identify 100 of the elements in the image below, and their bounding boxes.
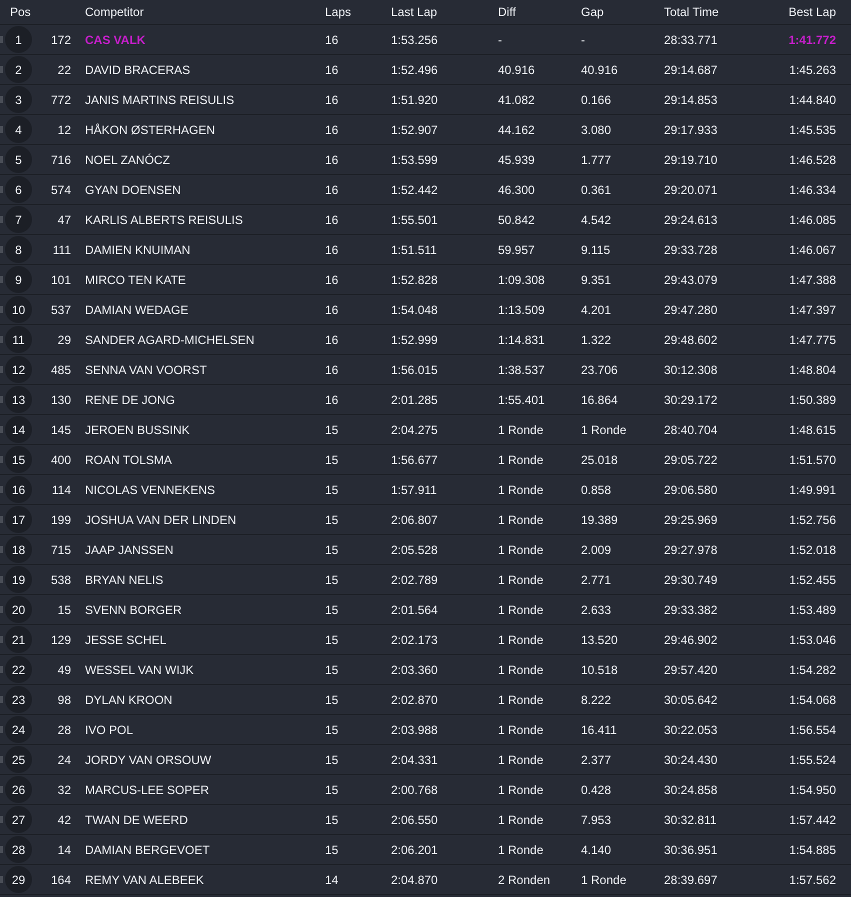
competitor-name: SENNA VAN VOORST — [85, 362, 207, 378]
best-lap-cell-text: 1:52.756 — [789, 512, 836, 528]
gap-cell-text: 9.351 — [581, 272, 612, 288]
position-badge: 13 — [5, 386, 32, 413]
laps-cell-text: 16 — [325, 32, 338, 48]
position-badge: 28 — [5, 836, 32, 863]
competitor-name: HÅKON ØSTERHAGEN — [85, 122, 216, 138]
gap-cell-text: 1 Ronde — [581, 872, 626, 888]
gap-cell-text: 25.018 — [581, 452, 618, 468]
total-time-cell-text: 29:33.728 — [664, 242, 718, 258]
total-time-cell-text: 29:30.749 — [664, 572, 718, 588]
diff-cell-text: 46.300 — [498, 182, 535, 198]
position-badge: 22 — [5, 656, 32, 683]
last-lap-cell-text: 1:51.920 — [391, 92, 438, 108]
column-header: Gap — [581, 4, 604, 21]
diff-cell-text: 1 Ronde — [498, 452, 544, 468]
row-marker — [0, 606, 3, 613]
diff-cell-text: 1 Ronde — [498, 722, 544, 738]
best-lap-cell-text: 1:54.068 — [789, 692, 836, 708]
race-number: 400 — [50, 452, 71, 468]
gap-cell-text: 1.322 — [581, 332, 612, 348]
competitor-name: DYLAN KROON — [85, 692, 172, 708]
row-marker — [0, 726, 3, 733]
race-number: 47 — [58, 212, 71, 228]
column-header: Best Lap — [788, 4, 836, 21]
row-marker — [0, 426, 3, 433]
diff-cell-text: 1 Ronde — [498, 782, 544, 798]
race-number: 114 — [52, 482, 71, 498]
total-time-cell-text: 29:17.933 — [664, 122, 718, 138]
laps-cell-text: 15 — [325, 842, 338, 858]
position-badge: 9 — [5, 266, 32, 293]
gap-cell-text: 13.520 — [581, 632, 618, 648]
competitor-name: NICOLAS VENNEKENS — [85, 482, 216, 498]
diff-cell-text: 1:13.509 — [498, 302, 545, 318]
gap-cell-text: 1 Ronde — [581, 422, 626, 438]
row-marker — [0, 486, 3, 493]
best-lap-cell-text: 1:48.804 — [789, 362, 836, 378]
last-lap-cell-text: 2:05.528 — [391, 542, 438, 558]
laps-cell-text: 16 — [325, 152, 338, 168]
last-lap-cell-text: 1:56.015 — [391, 362, 438, 378]
race-number: 130 — [50, 392, 71, 408]
row-marker — [0, 216, 3, 223]
race-number: 24 — [58, 752, 71, 768]
position-badge: 17 — [5, 506, 32, 533]
position-badge: 6 — [5, 176, 32, 203]
laps-cell-text: 15 — [325, 572, 338, 588]
diff-cell-text: - — [498, 32, 502, 48]
gap-cell-text: 2.771 — [581, 572, 612, 588]
laps-cell-text: 15 — [325, 512, 338, 528]
diff-cell-text: 1 Ronde — [498, 812, 544, 828]
diff-cell-text: 45.939 — [498, 152, 535, 168]
race-number: 574 — [50, 182, 71, 198]
row-marker — [0, 786, 3, 793]
position-badge: 23 — [5, 686, 32, 713]
competitor-name: GYAN DOENSEN — [85, 182, 181, 198]
competitor-name: CAS VALK — [85, 32, 146, 48]
race-number: 15 — [58, 602, 71, 618]
competitor-name: JESSE SCHEL — [85, 632, 166, 648]
gap-cell-text: 0.361 — [581, 182, 612, 198]
gap-cell-text: 2.377 — [581, 752, 612, 768]
last-lap-cell-text: 1:53.599 — [391, 152, 438, 168]
diff-cell-text: 59.957 — [498, 242, 535, 258]
gap-cell-text: 16.864 — [581, 392, 618, 408]
total-time-cell-text: 30:05.642 — [664, 692, 718, 708]
laps-cell-text: 15 — [325, 812, 338, 828]
race-number: 164 — [50, 872, 71, 888]
row-marker — [0, 456, 3, 463]
column-header: Laps — [325, 4, 352, 21]
row-marker — [0, 36, 3, 43]
gap-cell-text: 9.115 — [581, 242, 610, 258]
gap-cell-text: 8.222 — [581, 692, 612, 708]
laps-cell-text: 16 — [325, 362, 338, 378]
competitor-name: SANDER AGARD-MICHELSEN — [85, 332, 254, 348]
competitor-name: DAMIAN WEDAGE — [85, 302, 188, 318]
race-number: 14 — [58, 842, 71, 858]
position-badge: 3 — [5, 86, 32, 113]
laps-cell-text: 16 — [325, 272, 338, 288]
row-marker — [0, 336, 3, 343]
race-number: 485 — [50, 362, 71, 378]
laps-cell-text: 16 — [325, 62, 338, 78]
diff-cell-text: 40.916 — [498, 62, 535, 78]
best-lap-cell-text: 1:47.397 — [789, 302, 836, 318]
total-time-cell-text: 29:14.853 — [664, 92, 718, 108]
diff-cell-text: 1 Ronde — [498, 692, 544, 708]
last-lap-cell-text: 2:06.201 — [391, 842, 438, 858]
last-lap-cell-text: 1:57.911 — [391, 482, 437, 498]
competitor-name: JEROEN BUSSINK — [85, 422, 190, 438]
diff-cell-text: 1:09.308 — [498, 272, 545, 288]
best-lap-cell-text: 1:54.885 — [789, 842, 836, 858]
competitor-name: BRYAN NELIS — [85, 572, 164, 588]
best-lap-cell-text: 1:47.388 — [789, 272, 836, 288]
best-lap-cell-text: 1:49.991 — [789, 482, 836, 498]
last-lap-cell-text: 2:03.988 — [391, 722, 438, 738]
last-lap-cell-text: 2:04.870 — [391, 872, 438, 888]
total-time-cell-text: 29:27.978 — [664, 542, 718, 558]
best-lap-cell-text: 1:56.554 — [789, 722, 836, 738]
total-time-cell-text: 29:24.613 — [664, 212, 718, 228]
best-lap-cell-text: 1:57.562 — [789, 872, 836, 888]
competitor-name: DAVID BRACERAS — [85, 62, 190, 78]
laps-cell-text: 15 — [325, 422, 338, 438]
